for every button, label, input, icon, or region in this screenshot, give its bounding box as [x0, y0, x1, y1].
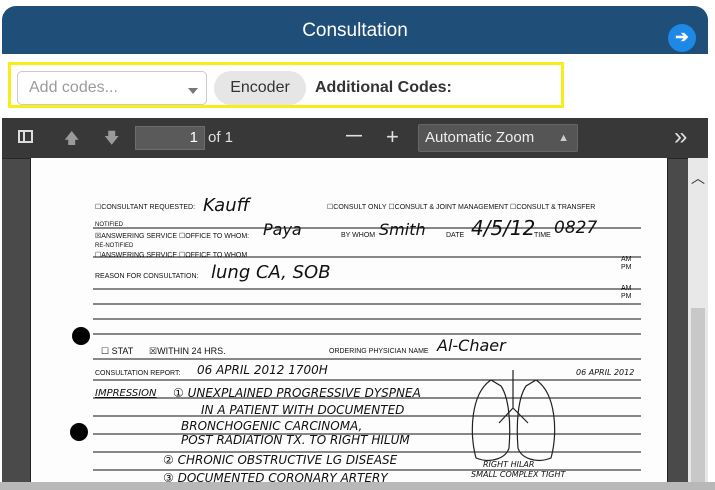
pdf-toolbar: 🡅 🡇 1 of 1 — + Automatic Zoom ▲▼ » [2, 118, 708, 170]
page-number-input[interactable]: 1 [135, 126, 205, 150]
impression-line-4: POST RADIATION TX. TO RIGHT HILUM [181, 433, 410, 447]
reason-label: REASON FOR CONSULTATION: [95, 273, 199, 280]
more-tools-button[interactable]: » [674, 123, 687, 151]
scroll-up-icon[interactable]: ︿ [691, 168, 705, 188]
encoder-button[interactable]: Encoder [214, 71, 306, 105]
header-title: Consultation [302, 20, 408, 41]
arrow-right-circle-icon[interactable]: ➔ [668, 24, 696, 52]
date-value: 4/5/12 [471, 216, 536, 240]
diagram-label-1: RIGHT HILAR [483, 460, 535, 469]
notified-label: NOTIFIED [95, 222, 123, 228]
impression-line-6: ③ DOCUMENTED CORONARY ARTERY [163, 471, 388, 482]
answering-service-2: ☐ANSWERING SERVICE ☐OFFICE TO WHOM [95, 252, 248, 259]
chevron-down-icon [188, 88, 198, 94]
pdf-viewer: 🡅 🡇 1 of 1 — + Automatic Zoom ▲▼ » [2, 118, 708, 482]
add-codes-placeholder: Add codes... [29, 79, 118, 96]
consultant-value: Kauff [203, 195, 250, 216]
impression-line-3: BRONCHOGENIC CARCINOMA, [181, 419, 363, 433]
ordering-physician-value: Al-Chaer [437, 336, 506, 355]
by-whom-value: Smith [379, 220, 426, 239]
report-value: 06 APRIL 2012 1700H [197, 363, 328, 377]
ordering-physician-label: ORDERING PHYSICIAN NAME [329, 348, 429, 355]
re-notified-label: RE-NOTIFIED [95, 243, 134, 249]
bottom-divider [0, 482, 715, 490]
vertical-scrollbar[interactable]: ︿ [688, 158, 708, 482]
pdf-page: AM PM AM PM ☐CONSULTANT REQUESTED: Kauff… [30, 158, 668, 482]
page-count: of 1 [208, 129, 234, 146]
impression-label: IMPRESSION [95, 388, 157, 399]
svg-text:AM: AM [621, 256, 632, 263]
impression-line-5: ② CHRONIC OBSTRUCTIVE LG DISEASE [163, 453, 398, 467]
within-24-option: ☒WITHIN 24 HRS. [149, 346, 226, 356]
answering-service-1: ☒ANSWERING SERVICE ☐OFFICE TO WHOM: [95, 233, 250, 240]
add-codes-select[interactable]: Add codes... [17, 71, 207, 105]
impression-line-1: ① UNEXPLAINED PROGRESSIVE DYSPNEA [173, 386, 421, 400]
diagram-label-2: SMALL COMPLEX TIGHT [471, 470, 566, 479]
scrollbar-thumb[interactable] [691, 308, 705, 482]
stat-option: ☐ STAT [101, 346, 134, 356]
zoom-out-button[interactable]: — [346, 127, 362, 145]
report-date-right: 06 APRIL 2012 [576, 368, 635, 377]
consultation-header: Consultation ➔ [2, 6, 708, 54]
codes-bar: Add codes... Encoder Additional Codes: [8, 62, 564, 108]
consultant-label: ☐CONSULTANT REQUESTED: [95, 204, 196, 211]
time-value: 0827 [554, 218, 598, 238]
zoom-value: Automatic Zoom [425, 129, 535, 146]
sidebar-toggle-icon[interactable] [18, 130, 33, 143]
time-label: TIME [534, 232, 551, 239]
svg-text:AM: AM [621, 285, 632, 292]
consult-options: ☐CONSULT ONLY ☐CONSULT & JOINT MANAGEMEN… [327, 204, 596, 211]
next-page-icon[interactable]: 🡇 [104, 128, 119, 153]
report-label: CONSULTATION REPORT: [95, 370, 181, 377]
zoom-in-button[interactable]: + [386, 124, 399, 150]
impression-line-2: IN A PATIENT WITH DOCUMENTED [201, 403, 405, 417]
reason-value: lung CA, SOB [211, 262, 331, 283]
additional-codes-label: Additional Codes: [315, 79, 452, 96]
office-to-whom-value: Paya [263, 220, 302, 239]
zoom-select[interactable]: Automatic Zoom ▲▼ [418, 124, 578, 170]
by-whom-label: BY WHOM [341, 232, 376, 239]
svg-text:PM: PM [621, 264, 632, 271]
previous-page-icon[interactable]: 🡅 [64, 128, 79, 153]
date-label: DATE [446, 232, 465, 239]
svg-text:PM: PM [621, 293, 632, 300]
